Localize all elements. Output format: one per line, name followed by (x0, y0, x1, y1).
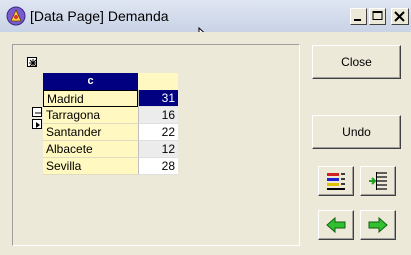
row-name-cell[interactable]: Madrid (43, 90, 138, 107)
previous-button[interactable] (318, 210, 354, 240)
close-button[interactable]: Close (312, 45, 401, 79)
expand-all-toggle[interactable] (27, 57, 37, 67)
maximize-button[interactable] (369, 8, 386, 25)
expand-icon (29, 59, 37, 67)
row-value-cell[interactable]: 12 (138, 141, 178, 158)
undo-button[interactable]: Undo (312, 115, 401, 149)
row-name-cell[interactable]: Sevilla (43, 158, 138, 175)
row-value-cell[interactable]: 31 (138, 90, 178, 107)
data-panel: c Madrid 31 Tarragona 16 Santander 22 Al… (12, 44, 300, 246)
row-name-cell[interactable]: Tarragona (43, 107, 138, 124)
next-button[interactable] (360, 210, 396, 240)
row-value-cell[interactable]: 16 (138, 107, 178, 124)
close-window-button[interactable] (391, 8, 409, 25)
arrow-right-icon (368, 216, 388, 234)
row-value-cell[interactable]: 22 (138, 124, 178, 141)
column-header[interactable]: c (43, 73, 138, 90)
insert-row-icon (369, 172, 387, 190)
row-name-cell[interactable]: Albacete (43, 141, 138, 158)
sort-icon (327, 173, 345, 190)
window-client-area: c Madrid 31 Tarragona 16 Santander 22 Al… (0, 32, 411, 255)
maximize-icon (372, 11, 383, 20)
row-value-cell[interactable]: 28 (138, 158, 178, 175)
value-column-header[interactable] (138, 73, 178, 90)
row-name-cell[interactable]: Santander (43, 124, 138, 141)
collapse-icon (35, 112, 41, 114)
minimize-icon (354, 19, 361, 21)
row-pointer[interactable] (32, 119, 42, 129)
sort-button[interactable] (318, 166, 354, 196)
row-pointer-icon (36, 122, 40, 128)
arrow-left-icon (326, 216, 346, 234)
close-icon (394, 11, 405, 22)
minimize-button[interactable] (350, 8, 367, 25)
insert-row-button[interactable] (360, 166, 396, 196)
app-icon (6, 6, 26, 26)
window-title: [Data Page] Demanda (30, 8, 169, 24)
collapse-toggle[interactable] (32, 107, 42, 117)
